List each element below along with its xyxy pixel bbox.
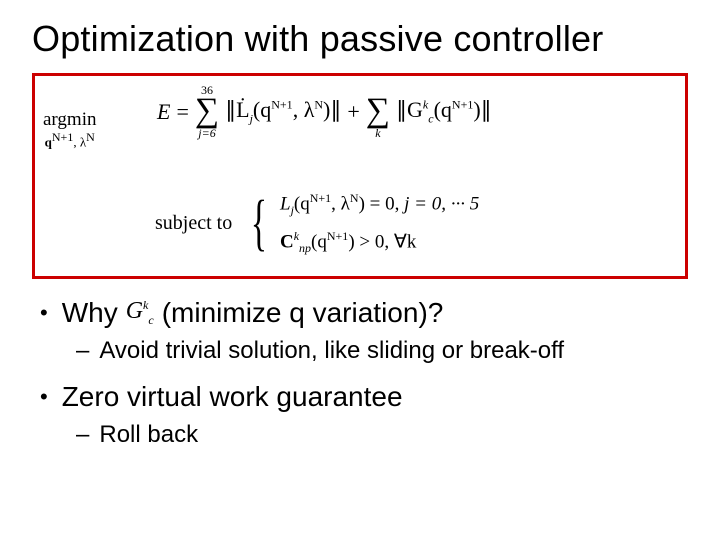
argmin-operator: argmin qN+1, λN [43, 110, 96, 148]
sub-bullet-roll-back: Roll back [76, 421, 688, 449]
inline-math-G: Gkc [118, 298, 162, 328]
subject-to-label: subject to [155, 212, 232, 235]
constraints-row: subject to { Lj(qN+1, λN) = 0, j = 0, ··… [155, 191, 479, 255]
bullet-zero-virtual-work: Zero virtual work guarantee [40, 381, 688, 413]
constraint-1: Lj(qN+1, λN) = 0, j = 0, ··· 5 [280, 191, 479, 218]
brace-icon: { [251, 199, 267, 249]
sum-icon: ∑ k [366, 84, 390, 139]
energy-equation: E = 36 ∑ j=6 ∥L̇j(qN+1, λN)∥ + ∑ k ∥Gkc [157, 84, 492, 139]
slide-title: Optimization with passive controller [32, 18, 688, 59]
bullet-why: Why Gkc (minimize q variation)? [40, 297, 688, 329]
constraint-2: Cknp(qN+1) > 0, ∀k [280, 229, 479, 256]
optimization-formula-box: argmin qN+1, λN E = 36 ∑ j=6 ∥L̇j(qN+1, … [32, 73, 688, 279]
sub-bullet-avoid-trivial: Avoid trivial solution, like sliding or … [76, 337, 688, 365]
sum-icon: 36 ∑ j=6 [195, 84, 219, 139]
